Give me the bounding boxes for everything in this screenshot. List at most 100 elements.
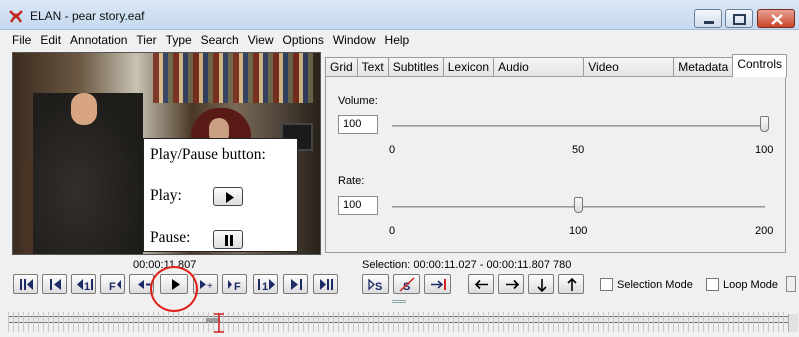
go-to-end-button[interactable]: [313, 274, 338, 294]
previous-step-icon: [50, 279, 61, 290]
callout-title: Play/Pause button:: [150, 146, 266, 163]
go-to-end-icon: [320, 279, 333, 290]
volume-slider-thumb[interactable]: [760, 116, 769, 132]
panel-splitter-handle[interactable]: [392, 300, 406, 303]
controls-panel: Volume: 100 0 50 100 Rate: 100 0 100 200: [325, 76, 786, 253]
clear-selection-button[interactable]: S: [393, 274, 420, 294]
svg-text:F: F: [109, 281, 116, 293]
volume-field[interactable]: 100: [338, 115, 378, 134]
play-selection-button[interactable]: S: [362, 274, 389, 294]
menu-view[interactable]: View: [244, 33, 279, 47]
previous-one-second-button[interactable]: 1: [71, 274, 96, 294]
svg-text:S: S: [375, 281, 382, 293]
volume-track[interactable]: [392, 125, 765, 127]
rate-field[interactable]: 100: [338, 196, 378, 215]
bookshelf-image: [153, 53, 313, 103]
pause-icon: [225, 235, 233, 246]
menu-bar: File Edit Annotation Tier Type Search Vi…: [0, 30, 799, 50]
previous-frame-icon: F: [109, 280, 121, 293]
go-to-begin-icon: [20, 279, 33, 290]
menu-type[interactable]: Type: [162, 33, 197, 47]
selection-mode-checkbox[interactable]: [600, 278, 613, 291]
next-one-second-button[interactable]: 1: [253, 274, 278, 294]
tab-lexicon[interactable]: Lexicon: [442, 57, 495, 77]
up-arrow-button[interactable]: [558, 274, 584, 294]
rate-min-label: 0: [389, 225, 396, 237]
tab-subtitles[interactable]: Subtitles: [387, 57, 444, 77]
previous-step-button[interactable]: [42, 274, 67, 294]
toolbar-overflow-button[interactable]: [786, 276, 796, 292]
toggle-selection-end-button[interactable]: [424, 274, 451, 294]
down-arrow-button[interactable]: [528, 274, 554, 294]
minimize-button[interactable]: [694, 9, 722, 28]
volume-mid-label: 50: [572, 144, 585, 156]
go-to-begin-button[interactable]: [13, 274, 38, 294]
rate-max-label: 200: [755, 225, 774, 237]
ruler-scroll-edge[interactable]: [788, 314, 798, 332]
left-arrow-button[interactable]: [468, 274, 494, 294]
left-arrow-icon: [474, 279, 488, 290]
rate-slider-thumb[interactable]: [573, 197, 583, 213]
svg-text:F: F: [234, 281, 241, 293]
menu-file[interactable]: File: [8, 33, 36, 47]
next-step-button[interactable]: [283, 274, 308, 294]
next-frame-icon: F: [228, 280, 241, 293]
play-selection-icon: S: [368, 278, 382, 293]
menu-tier[interactable]: Tier: [132, 33, 161, 47]
tab-controls[interactable]: Controls: [732, 54, 787, 77]
next-frame-button[interactable]: F: [222, 274, 247, 294]
timeline-ticks: [8, 312, 788, 332]
loop-mode-label: Loop Mode: [723, 279, 779, 291]
right-arrow-button[interactable]: [498, 274, 524, 294]
tab-grid[interactable]: Grid: [325, 57, 358, 77]
svg-text:1: 1: [262, 281, 268, 293]
selection-end-icon: [431, 279, 446, 290]
loop-mode-checkbox[interactable]: [706, 278, 719, 291]
rate-label: Rate:: [338, 175, 365, 187]
up-arrow-icon: [567, 277, 577, 291]
pause-icon-illustration: [213, 230, 243, 249]
volume-label: Volume:: [338, 95, 378, 107]
menu-edit[interactable]: Edit: [36, 33, 66, 47]
play-button-highlight-circle: [150, 266, 198, 312]
title-bar: ELAN - pear story.eaf: [0, 0, 799, 30]
play-pause-callout: Play/Pause button: Play: Pause:: [143, 138, 298, 252]
selection-display: Selection: 00:00:11.027 - 00:00:11.807 7…: [362, 259, 572, 271]
man-face: [71, 93, 97, 125]
close-button[interactable]: [757, 9, 795, 28]
down-arrow-icon: [537, 279, 547, 293]
tab-text[interactable]: Text: [356, 57, 389, 77]
volume-max-label: 100: [755, 144, 774, 156]
callout-play-label: Play:: [150, 187, 182, 204]
close-icon: [771, 14, 783, 25]
menu-annotation[interactable]: Annotation: [66, 33, 132, 47]
menu-window[interactable]: Window: [329, 33, 381, 47]
svg-text:+: +: [207, 281, 213, 292]
previous-frame-button[interactable]: F: [100, 274, 125, 294]
menu-search[interactable]: Search: [197, 33, 244, 47]
volume-min-label: 0: [389, 144, 396, 156]
clear-selection-icon: S: [399, 277, 415, 293]
next-second-icon: 1: [258, 279, 275, 293]
callout-pause-label: Pause:: [150, 229, 191, 246]
maximize-button[interactable]: [725, 9, 753, 28]
right-arrow-icon: [506, 279, 520, 290]
play-icon-illustration: [213, 187, 243, 206]
menu-help[interactable]: Help: [381, 33, 415, 47]
menu-options[interactable]: Options: [279, 33, 329, 47]
window-title: ELAN - pear story.eaf: [30, 9, 145, 23]
play-icon: [226, 192, 234, 203]
elan-app-icon: [9, 10, 23, 23]
rate-mid-label: 100: [569, 225, 588, 237]
svg-text:1: 1: [84, 281, 90, 293]
minimize-icon: [704, 21, 714, 24]
tab-video-recognizer[interactable]: Video Recognizer: [583, 57, 675, 93]
previous-second-icon: 1: [77, 279, 93, 293]
maximize-icon: [733, 14, 746, 25]
crosshair-cursor-icon: [214, 313, 224, 333]
viewer-tabs: Grid Text Subtitles Lexicon Audio Recogn…: [325, 54, 787, 93]
next-step-icon: [291, 279, 302, 290]
tab-audio-recognizer[interactable]: Audio Recognizer: [493, 57, 585, 93]
selection-mode-label: Selection Mode: [617, 279, 693, 291]
tab-metadata[interactable]: Metadata: [673, 57, 734, 77]
